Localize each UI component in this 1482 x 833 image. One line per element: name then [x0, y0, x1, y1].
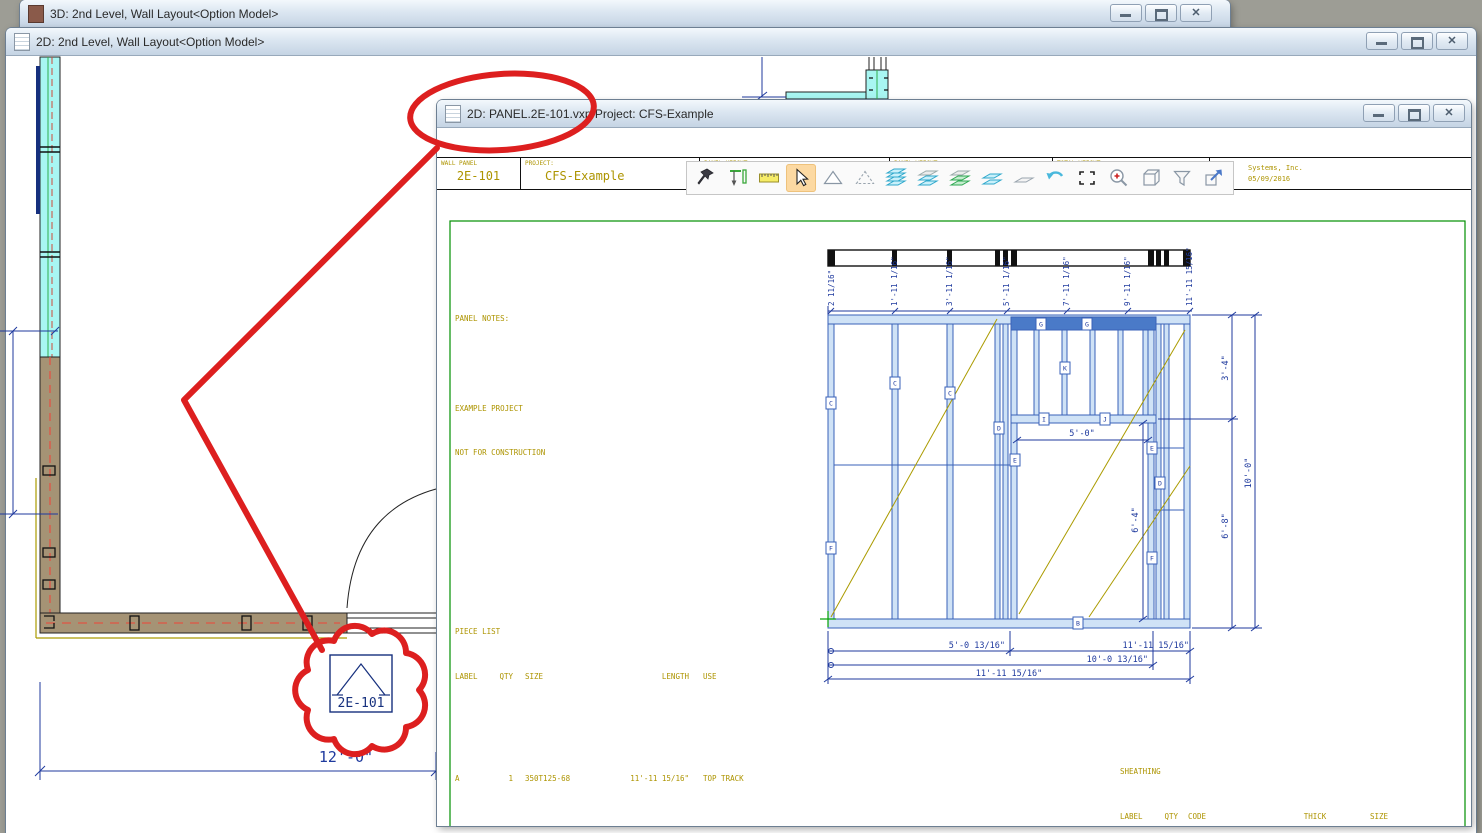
box-icon[interactable]	[1136, 164, 1166, 192]
ruler-icon[interactable]	[755, 164, 785, 192]
svg-text:F: F	[1150, 555, 1154, 563]
panel-window[interactable]: 2D: PANEL.2E-101.vxp Project: CFS-Exampl…	[437, 100, 1471, 826]
triangle-icon[interactable]	[818, 164, 848, 192]
svg-text:F: F	[829, 545, 833, 553]
company-name: Systems, Inc.	[1248, 164, 1303, 172]
drawing-date: 05/09/2016	[1248, 175, 1290, 183]
svg-text:I: I	[1042, 416, 1046, 424]
sheathing-header: LABEL QTY CODE THICK SIZE	[1120, 810, 1471, 825]
svg-text:3'-11 1/16": 3'-11 1/16"	[945, 256, 954, 306]
panel-document-icon	[445, 105, 461, 123]
svg-text:C: C	[829, 400, 833, 408]
piece-list-header: LABEL QTY SIZE LENGTH USE	[455, 670, 757, 685]
3d-document-icon	[28, 5, 44, 23]
info-project: PROJECT: CFS-Example	[521, 158, 700, 189]
triangle-dashed-icon[interactable]	[850, 164, 880, 192]
svg-text:E: E	[1150, 445, 1154, 453]
svg-text:11'-11 15/16": 11'-11 15/16"	[976, 669, 1043, 679]
close-button[interactable]	[1180, 4, 1212, 22]
panel-window-titlebar[interactable]: 2D: PANEL.2E-101.vxp Project: CFS-Exampl…	[437, 100, 1471, 128]
top-ordinate-dimensions	[828, 306, 1193, 316]
window-3d-titlebar[interactable]: 3D: 2nd Level, Wall Layout<Option Model>	[20, 0, 1230, 28]
plan-view-strip	[828, 250, 1190, 266]
svg-text:E: E	[1013, 457, 1017, 465]
layers-green-icon[interactable]	[945, 164, 975, 192]
minimize-button[interactable]	[1366, 32, 1398, 50]
layers-4-icon[interactable]	[882, 164, 912, 192]
strap-diagonals	[831, 319, 1190, 617]
zoom-in-icon[interactable]	[1104, 164, 1134, 192]
info-company: Systems, Inc. 05/09/2016	[1210, 158, 1471, 189]
piece-list-table: PIECE LIST LABEL QTY SIZE LENGTH USE A 1…	[455, 596, 757, 826]
layers-3-icon[interactable]	[913, 164, 943, 192]
piece-list-title: PIECE LIST	[455, 625, 757, 640]
svg-text:B: B	[1076, 620, 1080, 628]
window-2d-title: 2D: 2nd Level, Wall Layout<Option Model>	[36, 35, 264, 49]
svg-text:D: D	[1158, 480, 1162, 488]
layers-2-icon[interactable]	[977, 164, 1007, 192]
panel-notes: PANEL NOTES: EXAMPLE PROJECT NOT FOR CON…	[455, 283, 545, 490]
svg-text:11'-11 15/16": 11'-11 15/16"	[1185, 247, 1194, 306]
svg-text:6'-8": 6'-8"	[1221, 513, 1231, 539]
close-button[interactable]	[1436, 32, 1468, 50]
pin-icon[interactable]	[691, 164, 721, 192]
panel-toolbar	[686, 161, 1234, 195]
2d-document-icon	[14, 33, 30, 51]
undo-icon[interactable]	[1040, 164, 1070, 192]
height-dimensions	[1158, 312, 1262, 631]
origin-marker	[820, 611, 836, 627]
framing-members	[828, 315, 1190, 628]
maximize-button[interactable]	[1145, 4, 1177, 22]
sheathing-table: SHEATHING LABEL QTY CODE THICK SIZE A 1 …	[1120, 736, 1471, 826]
window-2d-titlebar[interactable]: 2D: 2nd Level, Wall Layout<Option Model>	[6, 28, 1476, 56]
svg-text:D: D	[997, 425, 1001, 433]
svg-text:7'-11 1/16": 7'-11 1/16"	[1062, 256, 1071, 306]
svg-text:C: C	[948, 390, 952, 398]
panel-window-title: 2D: PANEL.2E-101.vxp Project: CFS-Exampl…	[467, 107, 714, 121]
filter-icon[interactable]	[1167, 164, 1197, 192]
window-3d-title: 3D: 2nd Level, Wall Layout<Option Model>	[50, 7, 278, 21]
svg-text:2 11/16": 2 11/16"	[827, 270, 836, 306]
svg-text:9'-11 1/16": 9'-11 1/16"	[1123, 256, 1132, 306]
opening-dimensions	[1013, 420, 1152, 622]
maximize-button[interactable]	[1401, 32, 1433, 50]
svg-text:5'-11 1/16": 5'-11 1/16"	[1002, 256, 1011, 306]
svg-text:1'-11 1/16": 1'-11 1/16"	[890, 256, 899, 306]
layer-1-icon[interactable]	[1009, 164, 1039, 192]
dimension-tool-icon[interactable]	[723, 164, 753, 192]
piece-list-row: A 1 350T125-68 11'-11 15/16" TOP TRACK	[455, 772, 757, 787]
svg-text:10'-0 13/16": 10'-0 13/16"	[1087, 655, 1148, 665]
marquee-icon[interactable]	[1072, 164, 1102, 192]
sheathing-title: SHEATHING	[1120, 765, 1471, 780]
panel-drawing-area: WALL PANEL 2E-101 PROJECT: CFS-Example P…	[437, 128, 1471, 826]
svg-text:10'-0": 10'-0"	[1244, 458, 1254, 489]
svg-text:C: C	[893, 380, 897, 388]
svg-text:5'-0 13/16": 5'-0 13/16"	[949, 641, 1005, 651]
info-wall-panel: WALL PANEL 2E-101	[437, 158, 521, 189]
maximize-button[interactable]	[1398, 104, 1430, 122]
svg-text:6'-4": 6'-4"	[1131, 507, 1141, 533]
svg-text:3'-4": 3'-4"	[1221, 355, 1231, 381]
desktop: { "window_3d": {"title": "3D: 2nd Level,…	[0, 0, 1482, 833]
svg-text:G: G	[1085, 321, 1089, 329]
export-icon[interactable]	[1199, 164, 1229, 192]
svg-text:J: J	[1103, 416, 1107, 424]
svg-text:G: G	[1039, 321, 1043, 329]
svg-text:5'-0": 5'-0"	[1069, 429, 1095, 439]
minimize-button[interactable]	[1363, 104, 1395, 122]
close-button[interactable]	[1433, 104, 1465, 122]
svg-text:11'-11 15/16": 11'-11 15/16"	[1122, 641, 1189, 651]
piece-tags: C C C D E G G K I J E D F F B	[826, 318, 1165, 629]
svg-text:K: K	[1063, 365, 1067, 373]
minimize-button[interactable]	[1110, 4, 1142, 22]
select-cursor-icon[interactable]	[786, 164, 816, 192]
piece-list-rows: A 1 350T125-68 11'-11 15/16" TOP TRACK B…	[455, 714, 757, 826]
bottom-dimensions	[824, 631, 1194, 684]
